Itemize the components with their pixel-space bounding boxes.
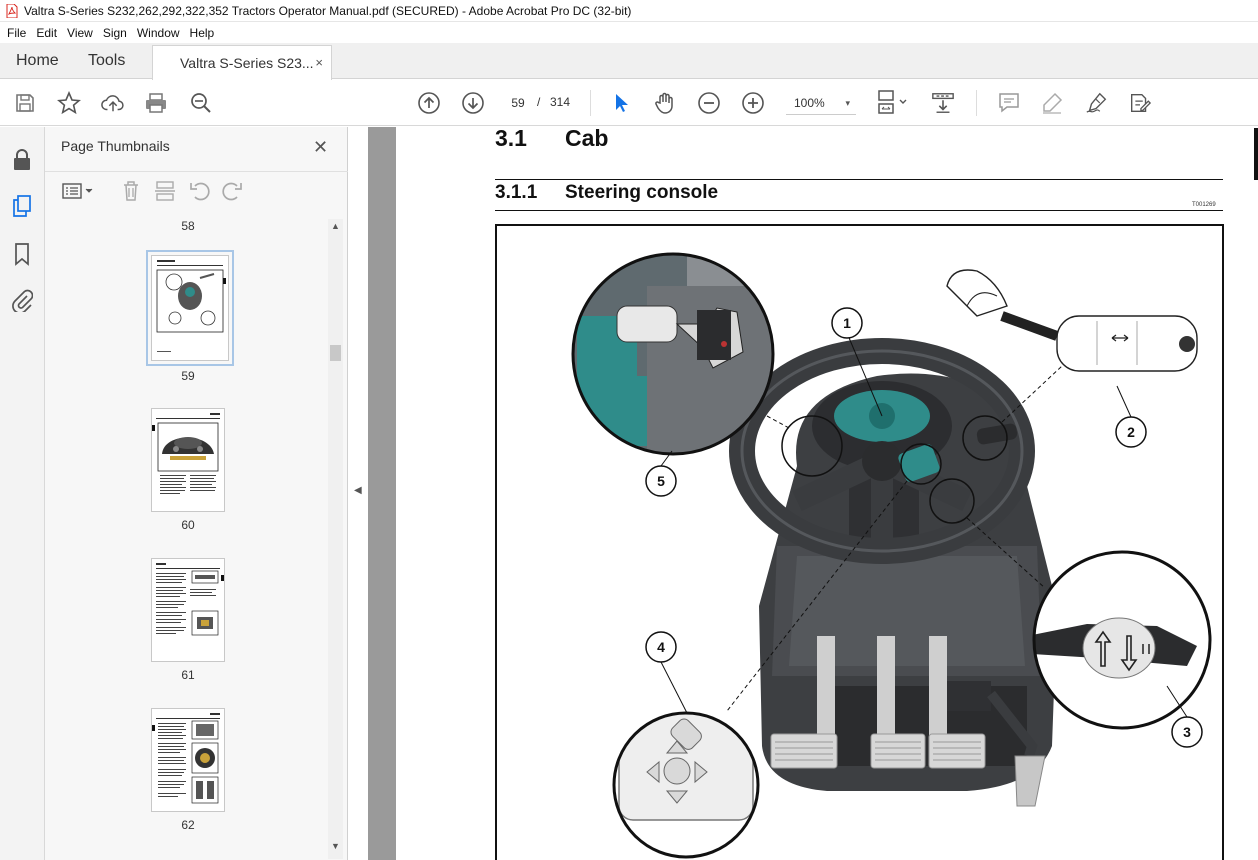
document-viewport[interactable]: 3.1 Cab 3.1.1 Steering console T001269 1… <box>368 127 1258 860</box>
cloud-upload-icon[interactable] <box>101 91 125 115</box>
callout-5: 5 <box>657 473 665 489</box>
thumbnail-page-62[interactable] <box>151 708 225 812</box>
find-zoom-icon[interactable] <box>189 91 213 115</box>
page-separator: / <box>537 95 541 109</box>
menu-bar: File Edit View Sign Window Help <box>0 22 1258 43</box>
save-icon[interactable] <box>13 91 37 115</box>
thumbnail-label: 60 <box>181 518 195 532</box>
tab-tools[interactable]: Tools <box>88 43 125 79</box>
thumbnail-toolbar <box>45 171 348 207</box>
page-thumbnails-panel: Page Thumbnails ✕ 58 59 60 61 62 ▲ ▼ <box>45 127 348 860</box>
page-edge-marker <box>1254 128 1258 180</box>
thumbnail-page-59[interactable] <box>146 250 234 366</box>
callout-4: 4 <box>657 639 665 655</box>
lock-icon[interactable] <box>10 148 34 172</box>
rotate-right-icon[interactable] <box>222 180 244 202</box>
pdf-page: 3.1 Cab 3.1.1 Steering console T001269 1… <box>396 127 1258 860</box>
scroll-mode-icon[interactable] <box>931 91 955 115</box>
navigation-rail <box>0 127 45 860</box>
steering-console-illustration: 1 2 3 4 5 <box>571 252 1212 859</box>
acrobat-window: Valtra S-Series S232,262,292,322,352 Tra… <box>0 0 1258 860</box>
thumbnail-label: 58 <box>181 219 195 233</box>
menu-file[interactable]: File <box>2 26 31 40</box>
tab-bar: Home Tools Valtra S-Series S23... × <box>0 43 1258 80</box>
next-page-icon[interactable] <box>461 91 485 115</box>
toolbar-divider <box>976 90 977 116</box>
bookmarks-icon[interactable] <box>10 242 34 266</box>
subsection-number: 3.1.1 <box>495 182 538 203</box>
delete-page-icon[interactable] <box>120 180 142 202</box>
collapse-panel-icon[interactable]: ◀ <box>354 485 362 496</box>
menu-window[interactable]: Window <box>132 26 185 40</box>
sign-pen-icon[interactable] <box>1085 91 1109 115</box>
scroll-up-icon[interactable]: ▲ <box>331 221 340 231</box>
heading-rule <box>495 179 1223 180</box>
scrollbar-thumb[interactable] <box>330 345 341 361</box>
zoom-out-icon[interactable] <box>697 91 721 115</box>
zoom-in-icon[interactable] <box>741 91 765 115</box>
main-toolbar: / 314 100% ▾ <box>0 80 1258 126</box>
section-title: Cab <box>565 127 609 151</box>
heading-rule <box>495 210 1223 211</box>
rotate-left-icon[interactable] <box>188 180 210 202</box>
highlight-pen-icon[interactable] <box>1040 91 1064 115</box>
panel-title: Page Thumbnails <box>61 138 170 154</box>
menu-edit[interactable]: Edit <box>31 26 62 40</box>
menu-sign[interactable]: Sign <box>98 26 132 40</box>
chevron-down-icon: ▾ <box>845 98 850 108</box>
tab-close-icon[interactable]: × <box>315 55 323 70</box>
menu-view[interactable]: View <box>62 26 98 40</box>
attachments-icon[interactable] <box>10 288 34 312</box>
subsection-title: Steering console <box>565 182 719 203</box>
tab-home[interactable]: Home <box>16 43 59 79</box>
callout-2: 2 <box>1127 424 1135 440</box>
zoom-level-select[interactable]: 100% ▾ <box>786 91 856 115</box>
thumbnail-page-61[interactable] <box>151 558 225 662</box>
acrobat-app-icon <box>6 3 18 18</box>
callout-3: 3 <box>1183 724 1191 740</box>
previous-page-icon[interactable] <box>417 91 441 115</box>
thumbnail-page-60[interactable] <box>151 408 225 512</box>
menu-help[interactable]: Help <box>185 26 220 40</box>
close-icon[interactable]: ✕ <box>313 137 328 158</box>
select-cursor-icon[interactable] <box>609 91 633 115</box>
options-menu-icon[interactable] <box>61 180 95 202</box>
page-total: 314 <box>550 95 571 109</box>
thumbnail-scrollbar[interactable]: ▲ ▼ <box>328 219 343 859</box>
page-fit-icon[interactable] <box>876 90 910 115</box>
section-heading: 3.1 Cab <box>495 127 608 152</box>
bookmark-star-icon[interactable] <box>57 91 81 115</box>
steering-console-figure: 1 2 3 4 5 <box>495 224 1224 860</box>
page-number-input[interactable] <box>500 92 536 114</box>
thumbnail-label: 61 <box>181 668 195 682</box>
thumbnail-label: 59 <box>181 369 195 383</box>
scroll-down-icon[interactable]: ▼ <box>331 841 340 851</box>
comment-icon[interactable] <box>997 91 1021 115</box>
insert-page-icon[interactable] <box>154 180 176 202</box>
zoom-level-value: 100% <box>794 96 825 110</box>
page-thumbnails-icon[interactable] <box>10 194 34 218</box>
toolbar-divider <box>590 90 591 116</box>
tab-document-label: Valtra S-Series S23... <box>180 55 314 71</box>
window-title: Valtra S-Series S232,262,292,322,352 Tra… <box>24 3 632 18</box>
section-number: 3.1 <box>495 127 527 151</box>
panel-splitter[interactable]: ◀ <box>348 127 368 860</box>
redact-tool-icon[interactable] <box>1128 91 1152 115</box>
subsection-heading: 3.1.1 Steering console <box>495 182 718 204</box>
title-bar: Valtra S-Series S232,262,292,322,352 Tra… <box>0 0 1258 22</box>
tab-document[interactable]: Valtra S-Series S23... × <box>152 45 332 80</box>
callout-1: 1 <box>843 315 851 331</box>
thumbnail-list: 58 59 60 61 62 <box>45 215 331 860</box>
print-icon[interactable] <box>144 91 168 115</box>
hand-tool-icon[interactable] <box>653 91 677 115</box>
thumbnail-label: 62 <box>181 818 195 832</box>
figure-code: T001269 <box>1192 202 1216 208</box>
